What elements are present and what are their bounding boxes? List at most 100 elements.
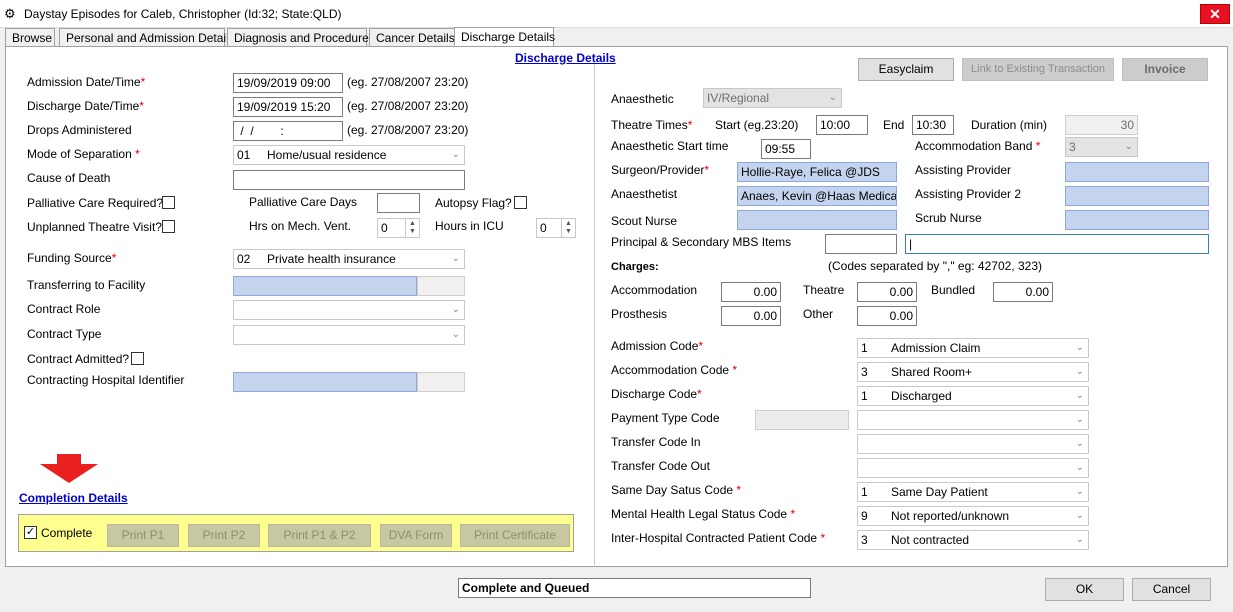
chevron-down-icon[interactable]: ⌄ bbox=[1076, 342, 1084, 353]
mode-separation-select[interactable]: 01 Home/usual residence ⌄ bbox=[233, 145, 465, 165]
tab-diagnosis-procedures[interactable]: Diagnosis and Procedures bbox=[227, 28, 375, 47]
chevron-down-icon[interactable]: ⌄ bbox=[1076, 534, 1084, 545]
unplanned-theatre-label: Unplanned Theatre Visit? bbox=[27, 220, 162, 234]
chevron-down-icon[interactable]: ⌄ bbox=[1076, 462, 1084, 473]
scrub-nurse-input[interactable] bbox=[1065, 210, 1209, 230]
mech-vent-label: Hrs on Mech. Vent. bbox=[249, 219, 352, 233]
chevron-down-icon[interactable]: ⌄ bbox=[452, 329, 460, 340]
accommodation-charge-input[interactable]: 0.00 bbox=[721, 282, 781, 302]
transfer-in-select[interactable]: ⌄ bbox=[857, 434, 1089, 454]
palliative-days-input[interactable] bbox=[377, 193, 420, 213]
chevron-down-icon[interactable]: ⌄ bbox=[1125, 141, 1133, 152]
surgeon-input[interactable]: Hollie-Raye, Felica @JDS bbox=[737, 162, 897, 182]
contract-hospital-input[interactable] bbox=[233, 372, 417, 392]
drops-administered-input[interactable]: / / : bbox=[233, 121, 343, 141]
chevron-down-icon[interactable]: ⌄ bbox=[1076, 438, 1084, 449]
anaesthetic-start-input[interactable]: 09:55 bbox=[761, 139, 811, 159]
mech-vent-value: 0 bbox=[381, 221, 388, 235]
scrub-nurse-label: Scrub Nurse bbox=[915, 211, 982, 225]
chevron-down-icon[interactable]: ⌄ bbox=[1076, 510, 1084, 521]
theatre-charge-input[interactable]: 0.00 bbox=[857, 282, 917, 302]
spin-up-icon[interactable]: ▲ bbox=[565, 220, 572, 227]
transfer-facility-input[interactable] bbox=[233, 276, 417, 296]
transfer-in-label: Transfer Code In bbox=[611, 435, 701, 449]
theatre-end-label: End bbox=[883, 118, 905, 132]
accommodation-code-select[interactable]: 3 Shared Room+ ⌄ bbox=[857, 362, 1089, 382]
spin-down-icon[interactable]: ▼ bbox=[565, 228, 572, 235]
print-certificate-button[interactable]: Print Certificate bbox=[460, 524, 570, 547]
completion-details-heading[interactable]: Completion Details bbox=[19, 491, 128, 505]
bundled-charge-label: Bundled bbox=[931, 283, 976, 297]
chevron-down-icon[interactable]: ⌄ bbox=[1076, 390, 1084, 401]
icu-hours-value: 0 bbox=[540, 221, 547, 235]
mbs-principal-input[interactable] bbox=[825, 234, 897, 254]
assisting-provider-input[interactable] bbox=[1065, 162, 1209, 182]
theatre-start-input[interactable]: 10:00 bbox=[816, 115, 868, 135]
ok-button[interactable]: OK bbox=[1045, 578, 1124, 601]
accommodation-band-select[interactable]: 3 ⌄ bbox=[1065, 137, 1138, 157]
chevron-down-icon[interactable]: ⌄ bbox=[1076, 486, 1084, 497]
admission-datetime-input[interactable]: 19/09/2019 09:00 bbox=[233, 73, 343, 93]
unplanned-theatre-checkbox[interactable] bbox=[162, 220, 175, 233]
spin-down-icon[interactable]: ▼ bbox=[409, 228, 416, 235]
other-charge-input[interactable]: 0.00 bbox=[857, 306, 917, 326]
scout-nurse-input[interactable] bbox=[737, 210, 897, 230]
chevron-down-icon[interactable]: ⌄ bbox=[829, 92, 837, 103]
mode-separation-code: 01 bbox=[237, 148, 251, 162]
discharge-details-heading[interactable]: Discharge Details bbox=[515, 51, 616, 65]
same-day-status-label: Same Day Satus Code * bbox=[611, 483, 742, 497]
window-title: Daystay Episodes for Caleb, Christopher … bbox=[24, 7, 342, 21]
funding-source-select[interactable]: 02 Private health insurance ⌄ bbox=[233, 249, 465, 269]
tab-personal-admission[interactable]: Personal and Admission Details bbox=[59, 28, 235, 47]
tab-cancer-details[interactable]: Cancer Details bbox=[369, 28, 455, 47]
print-p2-button[interactable]: Print P2 bbox=[188, 524, 260, 547]
surgeon-label: Surgeon/Provider* bbox=[611, 163, 710, 177]
chevron-down-icon[interactable]: ⌄ bbox=[452, 253, 460, 264]
tab-discharge-details[interactable]: Discharge Details bbox=[454, 27, 555, 48]
admission-code-select[interactable]: 1 Admission Claim ⌄ bbox=[857, 338, 1089, 358]
chevron-down-icon[interactable]: ⌄ bbox=[1076, 414, 1084, 425]
spin-up-icon[interactable]: ▲ bbox=[409, 220, 416, 227]
autopsy-flag-label: Autopsy Flag? bbox=[435, 196, 512, 210]
contract-admitted-checkbox[interactable] bbox=[131, 352, 144, 365]
chevron-down-icon[interactable]: ⌄ bbox=[452, 149, 460, 160]
link-transaction-button[interactable]: Link to Existing Transaction bbox=[962, 58, 1114, 81]
close-button[interactable]: ✕ bbox=[1200, 4, 1230, 24]
bundled-charge-input[interactable]: 0.00 bbox=[993, 282, 1053, 302]
cancel-button[interactable]: Cancel bbox=[1132, 578, 1211, 601]
discharge-code-select[interactable]: 1 Discharged ⌄ bbox=[857, 386, 1089, 406]
chevron-down-icon[interactable]: ⌄ bbox=[452, 304, 460, 315]
print-p1-button[interactable]: Print P1 bbox=[107, 524, 179, 547]
tab-browse[interactable]: Browse bbox=[5, 28, 55, 47]
payment-type-select[interactable]: ⌄ bbox=[857, 410, 1089, 430]
assisting-provider-2-input[interactable] bbox=[1065, 186, 1209, 206]
inter-hospital-select[interactable]: 3 Not contracted ⌄ bbox=[857, 530, 1089, 550]
contract-type-select[interactable]: ⌄ bbox=[233, 325, 465, 345]
invoice-button[interactable]: Invoice bbox=[1122, 58, 1208, 81]
contract-hospital-code bbox=[417, 372, 465, 392]
prosthesis-charge-input[interactable]: 0.00 bbox=[721, 306, 781, 326]
mech-vent-stepper[interactable]: 0 ▲ ▼ bbox=[377, 218, 420, 238]
transfer-out-select[interactable]: ⌄ bbox=[857, 458, 1089, 478]
dva-form-button[interactable]: DVA Form bbox=[380, 524, 452, 547]
chevron-down-icon[interactable]: ⌄ bbox=[1076, 366, 1084, 377]
complete-checkbox[interactable]: ✓ bbox=[24, 526, 37, 539]
contract-role-select[interactable]: ⌄ bbox=[233, 300, 465, 320]
mbs-secondary-input[interactable]: | bbox=[905, 234, 1209, 254]
anaesthetist-input[interactable]: Anaes, Kevin @Haas Medical Ce bbox=[737, 186, 897, 206]
palliative-care-checkbox[interactable] bbox=[162, 196, 175, 209]
mental-health-select[interactable]: 9 Not reported/unknown ⌄ bbox=[857, 506, 1089, 526]
cause-death-input[interactable] bbox=[233, 170, 465, 190]
easyclaim-button[interactable]: Easyclaim bbox=[858, 58, 954, 81]
other-charge-label: Other bbox=[803, 307, 834, 321]
discharge-datetime-label: Discharge Date/Time* bbox=[27, 99, 144, 113]
icu-hours-stepper[interactable]: 0 ▲ ▼ bbox=[536, 218, 576, 238]
assisting-provider-2-label: Assisting Provider 2 bbox=[915, 187, 1022, 201]
discharge-datetime-input[interactable]: 19/09/2019 15:20 bbox=[233, 97, 343, 117]
anaesthetic-select[interactable]: IV/Regional ⌄ bbox=[703, 88, 842, 108]
theatre-end-input[interactable]: 10:30 bbox=[912, 115, 954, 135]
autopsy-flag-checkbox[interactable] bbox=[514, 196, 527, 209]
same-day-status-select[interactable]: 1 Same Day Patient ⌄ bbox=[857, 482, 1089, 502]
anaesthetic-start-label: Anaesthetic Start time bbox=[611, 139, 729, 153]
print-p1-p2-button[interactable]: Print P1 & P2 bbox=[268, 524, 371, 547]
